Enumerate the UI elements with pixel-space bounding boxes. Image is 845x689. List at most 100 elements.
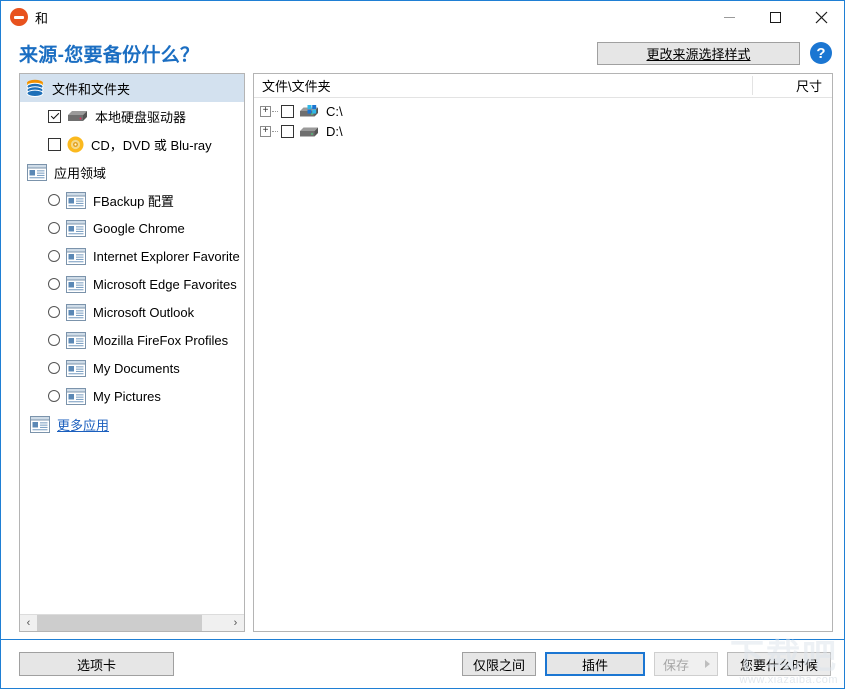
- application-window-icon: [66, 275, 86, 293]
- tree-connector: [272, 130, 278, 132]
- file-tree-panel: 文件\文件夹 尺寸 + C:\ + D:\: [253, 73, 833, 632]
- list-item-label: Microsoft Edge Favorites: [93, 276, 237, 292]
- d-drive-checkbox[interactable]: [281, 124, 294, 138]
- application-window-icon: [66, 247, 86, 265]
- when-button[interactable]: 您要什么时候: [727, 652, 831, 676]
- list-item-label: 本地硬盘驱动器: [95, 109, 187, 125]
- source-category-list: 文件和文件夹 本地硬盘驱动器 CD，DVD 或 Blu-ray 应用领域 FBa…: [20, 74, 244, 614]
- window-controls: [706, 1, 844, 33]
- cd-dvd-bluray-checkbox[interactable]: [48, 137, 61, 151]
- more-apps-link[interactable]: 更多应用: [57, 415, 109, 434]
- c-drive-checkbox[interactable]: [281, 104, 294, 118]
- list-item-fbackup-config[interactable]: FBackup 配置: [20, 186, 244, 214]
- content-area: 文件和文件夹 本地硬盘驱动器 CD，DVD 或 Blu-ray 应用领域 FBa…: [1, 73, 844, 632]
- page-header: 来源-您要备份什么？ 更改来源选择样式 ?: [1, 33, 844, 73]
- title-bar: 和: [1, 1, 844, 33]
- change-source-selection-style-label: 更改来源选择样式: [646, 46, 751, 62]
- hard-drive-icon: [68, 110, 87, 121]
- mozilla-firefox-profiles-radio[interactable]: [48, 334, 60, 346]
- list-item-local-hard-drives[interactable]: 本地硬盘驱动器: [20, 102, 244, 130]
- only-between-label: 仅限之间: [472, 657, 525, 673]
- save-button-label: 保存: [663, 657, 690, 673]
- list-item-label: FBackup 配置: [93, 193, 174, 209]
- expand-plus-icon[interactable]: +: [260, 125, 271, 137]
- scrollbar-thumb[interactable]: [37, 615, 202, 631]
- list-item-cd-dvd-bluray[interactable]: CD，DVD 或 Blu-ray: [20, 130, 244, 158]
- when-button-label: 您要什么时候: [739, 657, 818, 673]
- list-item-label: Mozilla FireFox Profiles: [93, 332, 229, 348]
- plugin-button-label: 插件: [581, 657, 608, 673]
- list-item-label: Google Chrome: [93, 220, 185, 236]
- fbackup-config-radio[interactable]: [48, 194, 60, 206]
- application-window-icon: [66, 219, 86, 237]
- tree-node-d-drive[interactable]: + D:\: [260, 121, 832, 141]
- file-tree-header: 文件\文件夹 尺寸: [254, 74, 832, 98]
- column-header-size[interactable]: 尺寸: [752, 76, 832, 95]
- list-item-label: My Documents: [93, 360, 180, 376]
- tree-connector: [272, 110, 278, 112]
- plugin-button[interactable]: 插件: [545, 652, 645, 676]
- save-button[interactable]: 保存: [654, 652, 718, 676]
- files-folders-stack-icon: [26, 79, 44, 97]
- scroll-right-arrow-icon[interactable]: ›: [227, 615, 244, 631]
- list-item-label: CD，DVD 或 Blu-ray: [91, 137, 212, 153]
- tree-node-label: C:\: [326, 103, 343, 119]
- chevron-right-icon[interactable]: [705, 660, 710, 668]
- close-icon[interactable]: [798, 1, 844, 33]
- source-category-panel: 文件和文件夹 本地硬盘驱动器 CD，DVD 或 Blu-ray 应用领域 FBa…: [19, 73, 245, 632]
- tree-node-label: D:\: [326, 123, 343, 139]
- application-window-icon: [66, 303, 86, 321]
- minimize-icon[interactable]: [706, 1, 752, 33]
- change-source-selection-style-button[interactable]: 更改来源选择样式: [597, 41, 800, 65]
- list-item-microsoft-edge-favorites[interactable]: Microsoft Edge Favorites: [20, 270, 244, 298]
- list-item-files-and-folders[interactable]: 文件和文件夹: [20, 74, 244, 102]
- tabs-button-label: 选项卡: [76, 657, 116, 673]
- page-title: 来源-您要备份什么？: [19, 44, 200, 66]
- help-icon[interactable]: ?: [810, 42, 832, 64]
- header-actions: 更改来源选择样式 ?: [597, 41, 832, 65]
- google-chrome-radio[interactable]: [48, 222, 60, 234]
- list-item-google-chrome[interactable]: Google Chrome: [20, 214, 244, 242]
- windows-drive-icon: [300, 104, 318, 116]
- file-tree: + C:\ + D:\: [254, 98, 832, 631]
- microsoft-outlook-radio[interactable]: [48, 306, 60, 318]
- list-item-internet-explorer-favorites[interactable]: Internet Explorer Favorite: [20, 242, 244, 270]
- list-item-microsoft-outlook[interactable]: Microsoft Outlook: [20, 298, 244, 326]
- application-window-icon: [66, 331, 86, 349]
- tabs-button[interactable]: 选项卡: [19, 652, 174, 676]
- my-documents-radio[interactable]: [48, 362, 60, 374]
- scroll-left-arrow-icon[interactable]: ‹: [20, 615, 37, 631]
- list-item-label: My Pictures: [93, 388, 161, 404]
- scrollbar-track[interactable]: [37, 615, 227, 631]
- list-item-label: Internet Explorer Favorite: [93, 248, 240, 264]
- list-item-application-areas[interactable]: 应用领域: [20, 158, 244, 186]
- list-item-mozilla-firefox-profiles[interactable]: Mozilla FireFox Profiles: [20, 326, 244, 354]
- horizontal-scrollbar[interactable]: ‹ ›: [20, 614, 244, 631]
- internet-explorer-favorites-radio[interactable]: [48, 250, 60, 262]
- local-hard-drives-checkbox[interactable]: [48, 109, 61, 123]
- list-item-label: Microsoft Outlook: [93, 304, 195, 320]
- list-item-my-documents[interactable]: My Documents: [20, 354, 244, 382]
- application-window-icon: [30, 415, 50, 433]
- list-item-my-pictures[interactable]: My Pictures: [20, 382, 244, 410]
- application-window-icon: [66, 387, 86, 405]
- hard-drive-icon: [300, 127, 318, 136]
- my-pictures-radio[interactable]: [48, 390, 60, 402]
- help-glyph: ?: [816, 44, 826, 62]
- tree-node-c-drive[interactable]: + C:\: [260, 101, 832, 121]
- footer-bar: 选项卡 仅限之间 插件 保存 您要什么时候 下载吧 www.xiazaiba.c…: [1, 639, 844, 688]
- list-item-label: 应用领域: [54, 165, 107, 181]
- maximize-icon[interactable]: [752, 1, 798, 33]
- only-between-button[interactable]: 仅限之间: [462, 652, 536, 676]
- microsoft-edge-favorites-radio[interactable]: [48, 278, 60, 290]
- list-item-label: 文件和文件夹: [52, 81, 131, 97]
- optical-disc-icon: [67, 136, 84, 152]
- expand-plus-icon[interactable]: +: [260, 105, 271, 117]
- more-apps-row[interactable]: 更多应用: [20, 410, 244, 438]
- application-window-icon: [27, 163, 47, 181]
- window-title: 和: [35, 10, 49, 26]
- footer-actions: 仅限之间 插件 保存 您要什么时候: [462, 652, 831, 676]
- application-window: 和 来源-您要备份什么？ 更改来源选择样式 ? 文件和文件夹 本地硬盘驱动器 C…: [0, 0, 845, 689]
- column-header-name[interactable]: 文件\文件夹: [254, 76, 752, 95]
- application-window-icon: [66, 359, 86, 377]
